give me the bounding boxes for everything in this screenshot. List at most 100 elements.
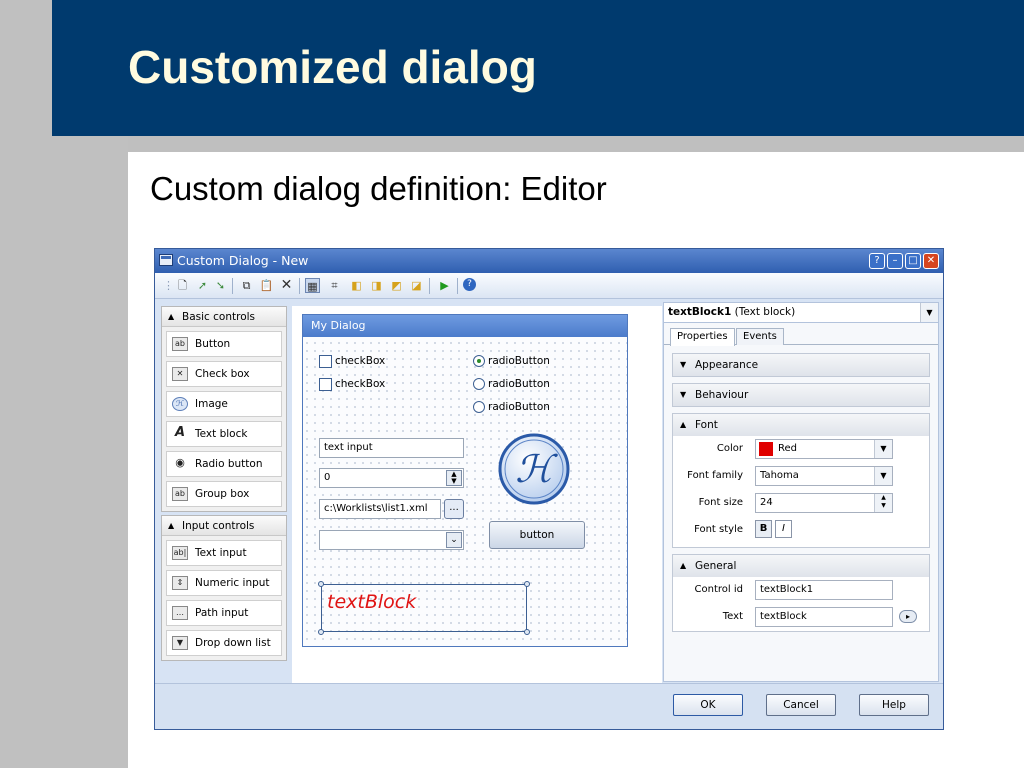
path-input-control-icon: … — [172, 606, 188, 620]
control-item-group-box[interactable]: ab Group box — [166, 481, 282, 507]
tab-events[interactable]: Events — [736, 328, 784, 345]
dialog-button-bar: OK Cancel Help — [155, 683, 943, 729]
delete-icon[interactable]: ✕ — [279, 278, 294, 293]
maximize-button[interactable]: □ — [905, 253, 921, 269]
preview-text-block: textBlock — [327, 591, 417, 613]
preview-text-block-selection[interactable]: textBlock — [318, 581, 530, 635]
preview-radio-3[interactable]: radioButton — [473, 401, 550, 415]
dropdown-control-icon: ▼ — [172, 636, 188, 650]
resize-handle[interactable] — [318, 581, 324, 587]
control-id-input[interactable]: textBlock1 — [755, 580, 893, 600]
close-button[interactable]: ✕ — [923, 253, 939, 269]
text-input[interactable]: textBlock — [755, 607, 893, 627]
color-swatch — [759, 442, 773, 456]
bring-to-front-icon[interactable]: ◩ — [389, 278, 404, 293]
chevron-down-icon[interactable]: ▼ — [920, 303, 938, 322]
font-header[interactable]: ▲ Font — [673, 414, 929, 436]
control-item-button[interactable]: ab Button — [166, 331, 282, 357]
image-control-icon: ℋ — [172, 397, 188, 411]
behaviour-section: ▼ Behaviour — [672, 383, 930, 407]
preview-checkbox-1[interactable]: checkBox — [319, 355, 385, 369]
input-controls-header[interactable]: ▲ Input controls — [162, 516, 286, 536]
control-item-check-box[interactable]: ✕ Check box — [166, 361, 282, 387]
send-backward-icon[interactable]: ◨ — [369, 278, 384, 293]
new-file-icon[interactable]: 🗋 — [175, 278, 190, 293]
spinner-icon[interactable]: ▲ ▼ — [446, 470, 462, 486]
control-item-drop-down-list[interactable]: ▼ Drop down list — [166, 630, 282, 656]
control-item-path-input[interactable]: … Path input — [166, 600, 282, 626]
ok-button[interactable]: OK — [673, 694, 743, 716]
font-style-row: Font style B I — [673, 517, 929, 547]
design-canvas[interactable]: My Dialog checkBox checkBox radioButton … — [292, 306, 662, 683]
toolbar-separator — [232, 278, 233, 294]
behaviour-header[interactable]: ▼ Behaviour — [673, 384, 929, 406]
font-size-input[interactable]: 24 ▲ ▼ — [755, 493, 893, 513]
toolbar-grip-icon: ⋮ — [163, 279, 174, 292]
font-family-row: Font family Tahoma ▼ — [673, 463, 929, 490]
italic-toggle[interactable]: I — [775, 520, 792, 538]
dialog-preview[interactable]: My Dialog checkBox checkBox radioButton … — [302, 314, 628, 647]
chevron-down-icon[interactable]: ▼ — [874, 467, 892, 485]
general-header[interactable]: ▲ General — [673, 555, 929, 577]
font-family-label: Font family — [687, 470, 743, 481]
basic-controls-header[interactable]: ▲ Basic controls — [162, 307, 286, 327]
toolbar-separator — [457, 278, 458, 294]
radio-selected-icon — [473, 355, 485, 367]
cancel-button[interactable]: Cancel — [766, 694, 836, 716]
font-section: ▲ Font Color Red ▼ Font family Tahoma ▼ F… — [672, 413, 930, 548]
general-section: ▲ General Control id textBlock1 Text text… — [672, 554, 930, 632]
preview-button[interactable]: button — [489, 521, 585, 549]
preview-path-input[interactable]: c:\Worklists\list1.xml — [319, 499, 441, 519]
grid-icon[interactable]: ▦ — [305, 278, 320, 293]
control-item-radio-button[interactable]: ◉ Radio button — [166, 451, 282, 477]
font-size-row: Font size 24 ▲ ▼ — [673, 490, 929, 517]
preview-numeric-input[interactable]: 0 ▲ ▼ — [319, 468, 464, 488]
collapse-arrow-icon: ▲ — [680, 561, 687, 570]
selected-control-dropdown[interactable]: textBlock1 (Text block) ▼ — [664, 303, 938, 323]
preview-radio-2[interactable]: radioButton — [473, 378, 550, 392]
run-icon[interactable]: ▶ — [437, 278, 452, 293]
slide-title: Customized dialog — [128, 41, 537, 93]
appearance-section: ▼ Appearance — [672, 353, 930, 377]
color-select[interactable]: Red ▼ — [755, 439, 893, 459]
send-to-back-icon[interactable]: ◪ — [409, 278, 424, 293]
paste-icon[interactable]: 📋 — [259, 278, 274, 293]
button-control-icon: ab — [172, 337, 188, 351]
chevron-down-icon[interactable]: ▼ — [874, 440, 892, 458]
preview-image-logo-icon[interactable]: ℋ — [497, 432, 571, 506]
control-item-text-input[interactable]: ab| Text input — [166, 540, 282, 566]
font-family-select[interactable]: Tahoma ▼ — [755, 466, 893, 486]
preview-checkbox-2[interactable]: checkBox — [319, 378, 385, 392]
control-item-text-block[interactable]: A Text block — [166, 421, 282, 447]
resize-handle[interactable] — [318, 629, 324, 635]
help-icon[interactable]: ? — [463, 278, 476, 291]
control-item-image[interactable]: ℋ Image — [166, 391, 282, 417]
control-item-numeric-input[interactable]: ⇕ Numeric input — [166, 570, 282, 596]
copy-icon[interactable]: ⧉ — [239, 278, 254, 293]
bring-forward-icon[interactable]: ◧ — [349, 278, 364, 293]
preview-dropdown[interactable]: ⌄ — [319, 530, 464, 550]
bold-toggle[interactable]: B — [755, 520, 772, 538]
tab-properties[interactable]: Properties — [670, 328, 735, 346]
import-icon[interactable]: ➚ — [195, 278, 210, 293]
help-button[interactable]: Help — [859, 694, 929, 716]
preview-text-input[interactable]: text input — [319, 438, 464, 458]
resize-handle[interactable] — [524, 581, 530, 587]
minimize-button[interactable]: – — [887, 253, 903, 269]
preview-radio-1[interactable]: radioButton — [473, 355, 550, 369]
text-editor-button-icon[interactable]: ▸ — [899, 610, 917, 623]
preview-browse-button[interactable]: ... — [444, 499, 464, 519]
text-label: Text — [722, 611, 743, 622]
align-icon[interactable]: ⌗ — [327, 278, 342, 293]
appearance-header[interactable]: ▼ Appearance — [673, 354, 929, 376]
text-row: Text textBlock ▸ — [673, 604, 929, 631]
help-window-button[interactable]: ? — [869, 253, 885, 269]
spinner-icon[interactable]: ▲ ▼ — [874, 494, 892, 512]
window-titlebar[interactable]: Custom Dialog - New ? – □ ✕ — [155, 249, 943, 273]
collapse-arrow-icon: ▲ — [168, 521, 175, 530]
resize-handle[interactable] — [524, 629, 530, 635]
export-icon[interactable]: ➘ — [213, 278, 228, 293]
properties-panel: textBlock1 (Text block) ▼ Properties Eve… — [663, 302, 939, 682]
chevron-down-icon[interactable]: ⌄ — [446, 532, 462, 548]
slide-header: Customized dialog — [52, 0, 1024, 136]
